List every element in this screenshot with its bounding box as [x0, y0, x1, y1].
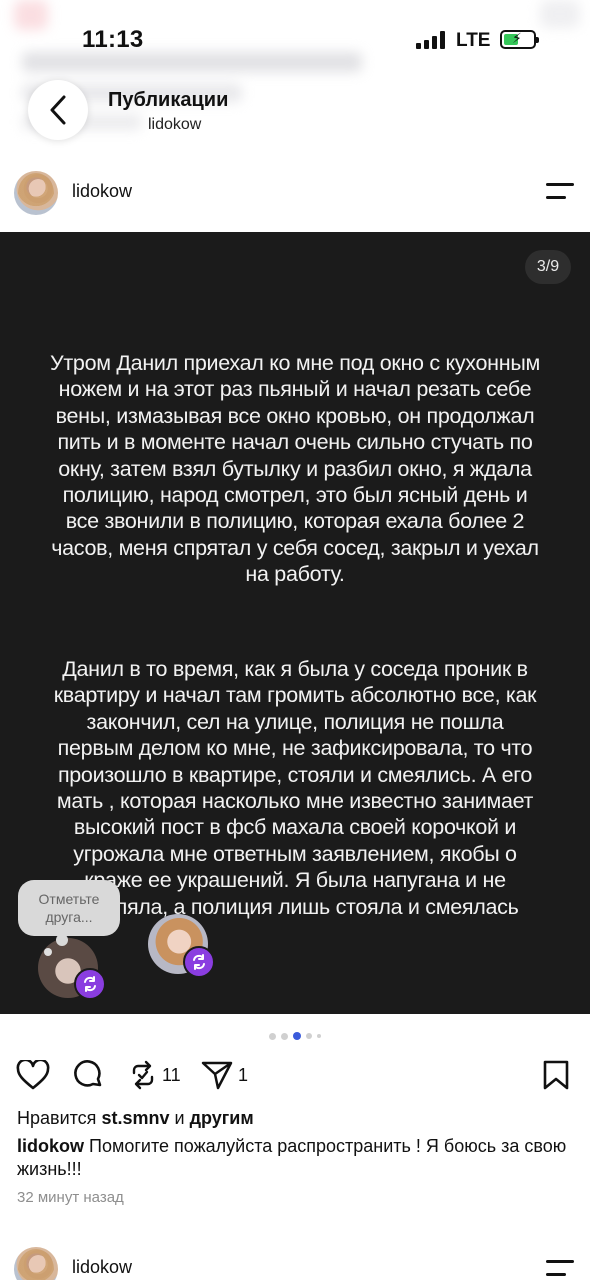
slide-text-paragraph-1: Утром Данил приехал ко мне под окно с ку…: [50, 351, 540, 587]
battery-icon: ⚡: [500, 30, 539, 49]
status-bar: 11:13 LTE ⚡: [0, 0, 590, 70]
action-bar: 11 1: [0, 1058, 590, 1092]
post-username[interactable]: lidokow: [72, 181, 132, 202]
repost-badge-icon: [183, 946, 215, 978]
signal-icon: [416, 31, 448, 49]
page-subtitle: lidokow: [148, 116, 202, 133]
like-button[interactable]: [16, 1058, 50, 1092]
carousel-dots: [0, 1032, 590, 1040]
liker-username[interactable]: st.smnv: [101, 1108, 169, 1128]
post-caption: lidokow Помогите пожалуйста распространи…: [17, 1135, 577, 1181]
carousel-dot: [281, 1032, 288, 1040]
send-icon: [201, 1061, 233, 1090]
likes-prefix: Нравится: [17, 1108, 97, 1128]
charging-icon: ⚡: [512, 30, 522, 46]
repost-icon: [132, 1060, 154, 1090]
repost-count: 11: [162, 1064, 181, 1085]
share-count: 1: [238, 1064, 249, 1085]
carousel-dot: [269, 1032, 276, 1040]
likes-conjunction: и: [174, 1108, 185, 1128]
next-post-username[interactable]: lidokow: [72, 1257, 132, 1278]
tag-bubble-tail: [44, 948, 52, 956]
back-button[interactable]: [28, 80, 88, 140]
likes-line: Нравится st.smnv и другим: [17, 1108, 254, 1129]
carousel-dot: [293, 1032, 301, 1040]
carousel-dot: [306, 1033, 312, 1039]
caption-username[interactable]: lidokow: [17, 1136, 84, 1156]
heart-icon: [16, 1060, 50, 1090]
post-header: lidokow: [0, 168, 590, 218]
share-button[interactable]: 1: [200, 1058, 248, 1092]
menu-icon[interactable]: [546, 1260, 574, 1276]
repost-button[interactable]: 11: [128, 1058, 181, 1092]
post-media[interactable]: 3/9 Утром Данил приехал ко мне под окно …: [0, 232, 590, 1014]
avatar[interactable]: [14, 171, 58, 215]
comment-icon: [74, 1060, 102, 1087]
carousel-dot: [317, 1034, 321, 1038]
status-time: 11:13: [82, 26, 144, 53]
chevron-left-icon: [50, 95, 66, 125]
bookmark-icon: [543, 1060, 569, 1090]
save-button[interactable]: [542, 1058, 570, 1092]
network-type: LTE: [456, 30, 491, 51]
avatar[interactable]: [14, 1247, 58, 1280]
repost-badge-icon: [74, 968, 106, 1000]
tag-friend-label: Отметьте друга...: [38, 891, 100, 925]
page-title: Публикации: [108, 89, 229, 111]
post-timestamp: 32 минут назад: [17, 1189, 124, 1206]
tag-friend-bubble[interactable]: Отметьте друга...: [18, 880, 120, 936]
slide-counter: 3/9: [525, 250, 571, 284]
menu-icon[interactable]: [546, 183, 574, 199]
likes-others-link[interactable]: другим: [190, 1108, 254, 1128]
next-post-header: lidokow: [0, 1246, 590, 1280]
caption-text: Помогите пожалуйста распространить ! Я б…: [17, 1136, 567, 1179]
comment-button[interactable]: [72, 1058, 104, 1092]
